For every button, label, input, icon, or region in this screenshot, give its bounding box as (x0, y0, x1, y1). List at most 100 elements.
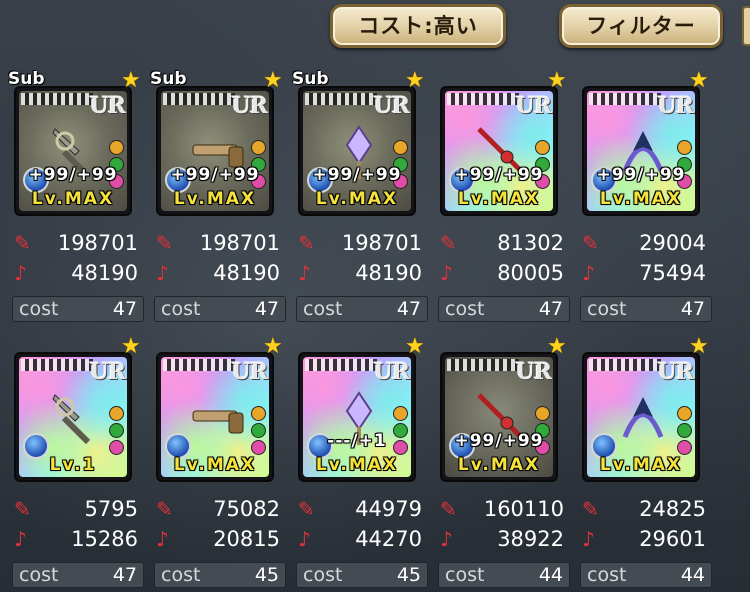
side-tab[interactable] (742, 6, 750, 46)
defense-icon: ♪ (298, 527, 311, 551)
defense-icon: ♪ (582, 527, 595, 551)
card-frame[interactable]: UR +99/+99 Lv.MAX (440, 86, 558, 216)
weapon-icon (45, 387, 105, 447)
defense-value: 44270 (355, 527, 422, 551)
level-text: Lv.MAX (173, 455, 257, 475)
weapon-card[interactable]: UR +99/+99 Lv.MAX ★ ✎ 160110 ♪ 38922 cost 44 (436, 334, 572, 590)
level-text: Lv.MAX (315, 189, 399, 209)
attack-icon: ✎ (582, 497, 599, 521)
cost-value: 47 (538, 298, 563, 320)
weapon-art: UR +99/+99 Lv.MAX (161, 91, 269, 211)
star-icon: ★ (689, 68, 709, 93)
weapon-card[interactable]: UR ---/+1 Lv.MAX ★ ✎ 44979 ♪ 44270 cost 45 (294, 336, 430, 590)
card-frame[interactable]: UR +99/+99 Lv.MAX (440, 352, 558, 482)
sort-cost-button[interactable]: コスト:高い (330, 4, 506, 48)
rarity-badge: UR (231, 359, 268, 385)
attack-stat: ✎ 5795 (14, 496, 140, 522)
card-frame[interactable]: UR ---/+1 Lv.MAX (298, 352, 416, 482)
plus-value: +99/+99 (312, 165, 402, 185)
defense-icon: ♪ (14, 261, 27, 285)
orb-s2-icon (251, 440, 266, 455)
orb-l-icon (535, 406, 550, 421)
defense-stat: ♪ 20815 (156, 526, 282, 552)
orb-l-icon (677, 406, 692, 421)
diamond-border-icon (305, 93, 377, 105)
cost-bar: cost 45 (296, 562, 428, 588)
rarity-badge: UR (89, 359, 126, 385)
weapon-card[interactable]: UR +99/+99 Lv.MAX Sub ★ ✎ 198701 ♪ 48190 cost 47 (150, 68, 288, 324)
weapon-icon (187, 387, 247, 447)
weapon-card[interactable]: UR +99/+99 Lv.MAX ★ ✎ 81302 ♪ 80005 cost 47 (436, 68, 572, 324)
weapon-card[interactable]: UR +99/+99 Lv.MAX ★ ✎ 29004 ♪ 75494 cost 47 (578, 68, 714, 324)
level-text: Lv.MAX (31, 189, 115, 209)
rarity-badge: UR (657, 93, 694, 119)
defense-stat: ♪ 80005 (440, 260, 566, 286)
skill-orbs (109, 404, 124, 455)
orb-l-icon (251, 140, 266, 155)
diamond-border-icon (163, 93, 235, 105)
weapon-card[interactable]: UR Lv.MAX ★ ✎ 24825 ♪ 29601 cost 44 (578, 334, 714, 590)
attack-icon: ✎ (156, 497, 173, 521)
defense-value: 80005 (497, 261, 564, 285)
plus-value: +99/+99 (454, 431, 544, 451)
cost-bar: cost 44 (438, 562, 570, 588)
star-icon: ★ (689, 334, 709, 359)
attack-stat: ✎ 44979 (298, 496, 424, 522)
cost-bar: cost 47 (296, 296, 428, 322)
defense-value: 48190 (71, 261, 138, 285)
attack-value: 160110 (483, 497, 564, 521)
attack-stat: ✎ 160110 (440, 496, 566, 522)
weapon-art: UR +99/+99 Lv.MAX (303, 91, 411, 211)
orb-l-icon (109, 140, 124, 155)
cost-label: cost (19, 298, 59, 320)
attack-icon: ✎ (14, 497, 31, 521)
skill-orbs (677, 404, 692, 455)
defense-icon: ♪ (156, 527, 169, 551)
cost-label: cost (19, 564, 59, 586)
rarity-badge: UR (515, 359, 552, 385)
card-frame[interactable]: UR +99/+99 Lv.MAX (298, 86, 416, 216)
cost-value: 44 (680, 564, 705, 586)
diamond-border-icon (447, 93, 519, 105)
rarity-badge: UR (373, 93, 410, 119)
weapon-art: UR +99/+99 Lv.MAX (587, 91, 695, 211)
attack-icon: ✎ (298, 497, 315, 521)
sub-label: Sub (150, 69, 187, 89)
card-frame[interactable]: UR Lv.1 (14, 352, 132, 482)
orb-l-icon (393, 406, 408, 421)
weapon-card[interactable]: UR +99/+99 Lv.MAX Sub ★ ✎ 198701 ♪ 48190 cost 47 (292, 68, 430, 324)
attack-value: 75082 (213, 497, 280, 521)
level-text: Lv.MAX (599, 455, 683, 475)
weapon-art: UR Lv.MAX (587, 357, 695, 477)
weapon-card[interactable]: UR +99/+99 Lv.MAX Sub ★ ✎ 198701 ♪ 48190 cost 47 (8, 69, 146, 324)
plus-value: ---/+1 (327, 431, 387, 451)
star-icon: ★ (263, 68, 283, 93)
star-icon: ★ (547, 334, 567, 359)
cost-label: cost (587, 564, 627, 586)
cost-value: 44 (538, 564, 563, 586)
attack-icon: ✎ (298, 231, 315, 255)
weapon-card[interactable]: UR Lv.1 ★ ✎ 5795 ♪ 15286 cost 47 (10, 336, 146, 590)
filter-button[interactable]: フィルター (559, 4, 723, 48)
card-frame[interactable]: UR Lv.MAX (582, 352, 700, 482)
star-icon: ★ (547, 68, 567, 93)
orb-l-icon (393, 140, 408, 155)
weapon-art: UR +99/+99 Lv.MAX (445, 357, 553, 477)
attack-value: 81302 (497, 231, 564, 255)
card-frame[interactable]: UR Lv.MAX (156, 352, 274, 482)
weapon-art: UR +99/+99 Lv.MAX (19, 91, 127, 211)
cost-bar: cost 47 (438, 296, 570, 322)
defense-stat: ♪ 48190 (298, 260, 424, 286)
defense-stat: ♪ 48190 (156, 260, 282, 286)
plus-value: +99/+99 (170, 165, 260, 185)
star-icon: ★ (405, 68, 425, 93)
cost-bar: cost 47 (12, 296, 144, 322)
card-frame[interactable]: UR +99/+99 Lv.MAX (582, 86, 700, 216)
defense-icon: ♪ (440, 261, 453, 285)
attack-value: 29004 (639, 231, 706, 255)
card-frame[interactable]: UR +99/+99 Lv.MAX (156, 86, 274, 216)
card-frame[interactable]: UR +99/+99 Lv.MAX (14, 86, 132, 216)
rarity-badge: UR (89, 93, 126, 119)
weapon-icon (613, 387, 673, 447)
weapon-card[interactable]: UR Lv.MAX ★ ✎ 75082 ♪ 20815 cost 45 (152, 336, 288, 590)
